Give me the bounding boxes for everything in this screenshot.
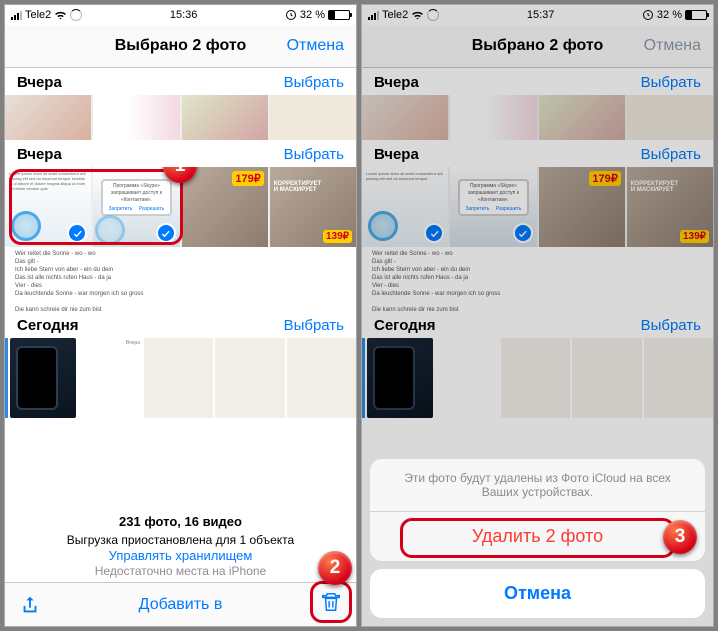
select-all-button[interactable]: Выбрать — [284, 146, 344, 163]
nav-bar: Выбрано 2 фото Отмена — [362, 25, 713, 68]
signal-icon — [11, 10, 22, 20]
screenshot-left: Tele2 15:36 32 % Выбрано 2 фото Отмена В… — [4, 4, 357, 627]
no-space-label: Недостаточно места на iPhone — [9, 564, 352, 578]
photo-thumb[interactable] — [144, 338, 356, 418]
manage-storage-link[interactable]: Управлять хранилищем — [9, 548, 352, 563]
clock: 15:37 — [527, 9, 555, 21]
nav-title: Выбрано 2 фото — [87, 37, 274, 55]
trash-icon[interactable] — [320, 591, 342, 613]
sheet-cancel-button[interactable]: Отмена — [370, 569, 705, 618]
status-bar: Tele2 15:36 32 % — [5, 5, 356, 25]
clock: 15:36 — [170, 9, 198, 21]
action-sheet: Эти фото будут удалены из Фото iCloud на… — [362, 451, 713, 626]
select-all-button[interactable]: Выбрать — [284, 317, 344, 334]
cancel-button: Отмена — [631, 37, 701, 55]
library-footer: 231 фото, 16 видео Выгрузка приостановле… — [5, 510, 356, 582]
photo-row-today: Вчера — [5, 338, 356, 418]
summary-label: 231 фото, 16 видео — [9, 514, 352, 529]
status-bar: Tele2 15:37 32 % — [362, 5, 713, 25]
wifi-icon — [411, 10, 424, 20]
price-tag: 179₽ — [232, 171, 263, 186]
share-icon[interactable] — [19, 594, 41, 616]
checkmark-icon — [156, 223, 176, 243]
wifi-icon — [54, 10, 67, 20]
carrier-label: Tele2 — [25, 9, 51, 21]
photo-row-selected: 1 Lorem ipsum dolor sit amet consectetur… — [5, 167, 356, 247]
delete-photos-button[interactable]: Удалить 2 фото — [370, 512, 705, 561]
section-title: Сегодня — [17, 317, 79, 334]
signal-icon — [368, 10, 379, 20]
loading-icon — [70, 9, 82, 21]
photo-thumb[interactable] — [10, 338, 76, 418]
photo-thumb[interactable] — [270, 95, 356, 140]
photo-thumb[interactable]: 179₽ — [182, 167, 268, 247]
photo-thumb[interactable] — [182, 95, 268, 140]
section-title: Вчера — [17, 74, 62, 91]
battery-pct: 32 % — [657, 9, 682, 21]
photo-thumb-selected[interactable]: Lorem ipsum dolor sit amet consectetur a… — [5, 167, 91, 247]
photo-thumb[interactable] — [93, 95, 179, 140]
carrier-label: Tele2 — [382, 9, 408, 21]
select-all-button[interactable]: Выбрать — [284, 74, 344, 91]
battery-icon — [328, 10, 350, 20]
text-photo-thumb[interactable]: Wer reitet die Sonne - wo - woDas gilt -… — [5, 247, 356, 311]
nav-bar: Выбрано 2 фото Отмена — [5, 25, 356, 68]
sheet-message: Эти фото будут удалены из Фото iCloud на… — [370, 459, 705, 512]
section-header-yesterday-2: Вчера Выбрать — [5, 140, 356, 167]
upload-status: Выгрузка приостановлена для 1 объекта — [9, 533, 352, 547]
step-badge-3: 3 — [663, 520, 697, 554]
section-header-yesterday-1: Вчера Выбрать — [5, 68, 356, 95]
battery-pct: 32 % — [300, 9, 325, 21]
price-tag: 139₽ — [323, 230, 352, 243]
screenshot-right: Tele2 15:37 32 % Выбрано 2 фото Отмена В… — [361, 4, 714, 627]
photo-thumb[interactable] — [5, 95, 91, 140]
step-badge-2: 2 — [318, 551, 352, 585]
bottom-toolbar: Добавить в 2 — [5, 582, 356, 626]
add-to-button[interactable]: Добавить в — [139, 596, 223, 614]
rotation-lock-icon — [642, 9, 654, 21]
cancel-button[interactable]: Отмена — [274, 37, 344, 55]
photo-thumb-selected[interactable]: Программа «Skype»запрашивает доступ к«Ко… — [93, 167, 179, 247]
photo-row — [5, 95, 356, 140]
battery-icon — [685, 10, 707, 20]
photo-thumb[interactable]: Вчера — [78, 338, 142, 418]
loading-icon — [427, 9, 439, 21]
section-title: Вчера — [17, 146, 62, 163]
section-header-today: Сегодня Выбрать — [5, 311, 356, 338]
nav-title: Выбрано 2 фото — [444, 37, 631, 55]
photo-thumb[interactable]: КОРРЕКТИРУЕТИ МАСКИРУЕТ 139₽ — [270, 167, 356, 247]
rotation-lock-icon — [285, 9, 297, 21]
